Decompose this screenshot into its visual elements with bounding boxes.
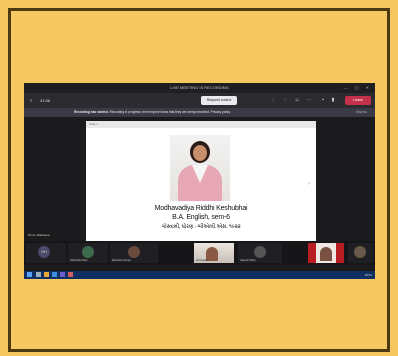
mic-icon[interactable]: ▮ bbox=[330, 97, 336, 103]
app-icon[interactable] bbox=[68, 272, 73, 277]
video-person bbox=[320, 247, 332, 261]
search-icon[interactable] bbox=[36, 272, 41, 277]
teams-icon[interactable] bbox=[60, 272, 65, 277]
leave-button[interactable]: Leave bbox=[345, 96, 371, 105]
participant-tile[interactable]: Raushan Kumar bbox=[110, 243, 158, 263]
teams-screenshot: LIVE MEETING IS RECORDING — ▢ ✕ ≡ 41:56 … bbox=[24, 83, 375, 279]
taskbar-clock: 18:02 bbox=[364, 273, 372, 277]
window-controls[interactable]: — ▢ ✕ bbox=[344, 83, 372, 93]
avatar: SH bbox=[38, 246, 50, 258]
window-title: LIVE MEETING IS RECORDING bbox=[170, 85, 229, 90]
participant-video[interactable] bbox=[308, 243, 344, 263]
participant-tile[interactable]: Abhishek Patel bbox=[68, 243, 108, 263]
folder-icon[interactable] bbox=[44, 272, 49, 277]
meeting-toolbar: ≡ 41:56 Request control ◌ ◌ ☺ ⋯ ▪ ▮ Leav… bbox=[24, 93, 375, 108]
avatar bbox=[254, 246, 266, 258]
banner-message: Recording has started. Recording in prog… bbox=[74, 108, 230, 117]
avatar bbox=[128, 246, 140, 258]
participant-name: Abhishek Patel bbox=[70, 259, 88, 262]
participants-icon[interactable]: ◌ bbox=[282, 97, 288, 103]
people-icon[interactable]: ≡ bbox=[30, 96, 32, 105]
participant-name: Ajit Nayak bbox=[196, 259, 208, 262]
caption-gujarati: ગોસ્વામી, ધોરણ - બીએ/વી.એસ. ૧૯૨૨ bbox=[161, 224, 241, 230]
banner-title: Recording has started. bbox=[74, 110, 109, 114]
chat-icon[interactable]: ◌ bbox=[270, 97, 276, 103]
dismiss-button[interactable]: Dismiss bbox=[356, 108, 367, 117]
windows-taskbar: 18:02 bbox=[24, 271, 375, 279]
participant-tile[interactable] bbox=[348, 243, 373, 263]
curtain-left bbox=[308, 243, 316, 263]
request-control-button[interactable]: Request control bbox=[201, 96, 237, 105]
student-photo bbox=[170, 135, 230, 201]
window-titlebar: LIVE MEETING IS RECORDING — ▢ ✕ bbox=[24, 83, 375, 93]
participant-video[interactable]: Ajit Nayak bbox=[194, 243, 234, 263]
meeting-timer: 41:56 bbox=[40, 98, 51, 103]
participant-name: Aayush Patel bbox=[240, 259, 256, 262]
participant-name: Raushan Kumar bbox=[112, 259, 131, 262]
photo-face bbox=[193, 145, 207, 161]
caption-course: B.A. English, sem-6 bbox=[172, 214, 230, 221]
camera-icon[interactable]: ▪ bbox=[320, 97, 326, 103]
page-frame: LIVE MEETING IS RECORDING — ▢ ✕ ≡ 41:56 … bbox=[0, 0, 398, 356]
participant-tile[interactable]: Aayush Patel bbox=[238, 243, 282, 263]
presenter-label: Dhruv Makwana bbox=[28, 233, 50, 237]
browser-icon[interactable] bbox=[52, 272, 57, 277]
participant-tile[interactable]: SH bbox=[26, 243, 66, 263]
next-slide-icon[interactable]: › bbox=[308, 181, 310, 187]
caption-name: Modhavadiya Riddhi Keshubhai bbox=[154, 205, 248, 212]
participant-strip: SH Abhishek Patel Raushan Kumar Ajit Nay… bbox=[24, 241, 375, 265]
react-icon[interactable]: ☺ bbox=[294, 97, 300, 103]
banner-text: Recording in progress; let everyone know… bbox=[109, 110, 231, 114]
recording-banner: Recording has started. Recording in prog… bbox=[24, 108, 375, 117]
start-icon[interactable] bbox=[27, 272, 32, 277]
slide-header: Slide 1 bbox=[86, 121, 316, 128]
avatar bbox=[82, 246, 94, 258]
avatar bbox=[354, 246, 366, 258]
more-icon[interactable]: ⋯ bbox=[306, 97, 312, 103]
shared-slide: Slide 1 Modhavadiya Riddhi Keshubhai B.A… bbox=[86, 121, 316, 241]
curtain-right bbox=[336, 243, 344, 263]
